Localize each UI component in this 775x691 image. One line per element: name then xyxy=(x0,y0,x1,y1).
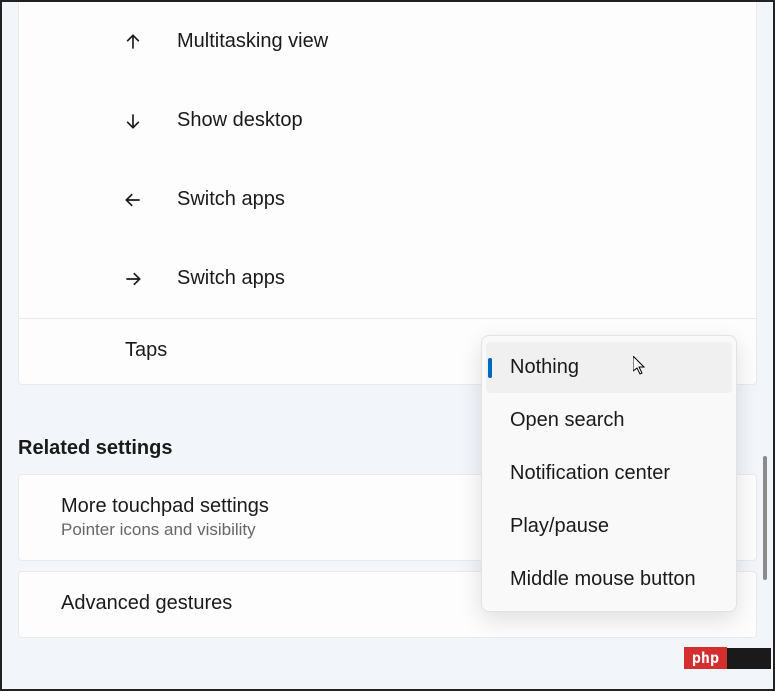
gesture-label: Show desktop xyxy=(177,109,303,132)
dropdown-item-label: Play/pause xyxy=(510,515,609,537)
gesture-show-desktop[interactable]: Show desktop xyxy=(19,81,756,160)
scrollbar[interactable] xyxy=(761,2,767,689)
dropdown-item-middle-mouse[interactable]: Middle mouse button xyxy=(486,554,732,605)
gesture-switch-apps-right[interactable]: Switch apps xyxy=(19,239,756,318)
arrow-up-icon xyxy=(121,30,145,54)
gesture-label: Switch apps xyxy=(177,188,285,211)
dropdown-item-label: Open search xyxy=(510,409,625,431)
scrollbar-thumb[interactable] xyxy=(763,456,767,580)
php-badge-text: php xyxy=(684,647,727,669)
taps-label: Taps xyxy=(125,339,167,362)
arrow-right-icon xyxy=(121,267,145,291)
gesture-label: Switch apps xyxy=(177,267,285,290)
gesture-label: Multitasking view xyxy=(177,30,328,53)
dropdown-item-label: Nothing xyxy=(510,356,579,378)
gesture-list: Multitasking view Show desktop Switch ap… xyxy=(18,2,757,385)
gesture-switch-apps-left[interactable]: Switch apps xyxy=(19,160,756,239)
arrow-left-icon xyxy=(121,188,145,212)
dropdown-item-label: Notification center xyxy=(510,462,670,484)
dropdown-item-notification-center[interactable]: Notification center xyxy=(486,448,732,499)
taps-dropdown: Nothing Open search Notification center … xyxy=(481,335,737,612)
php-watermark: php xyxy=(684,647,771,669)
arrow-down-icon xyxy=(121,109,145,133)
gesture-multitasking-view[interactable]: Multitasking view xyxy=(19,2,756,81)
dropdown-item-open-search[interactable]: Open search xyxy=(486,395,732,446)
dropdown-item-play-pause[interactable]: Play/pause xyxy=(486,501,732,552)
dropdown-item-label: Middle mouse button xyxy=(510,568,696,590)
dropdown-item-nothing[interactable]: Nothing xyxy=(486,342,732,393)
php-badge-dark xyxy=(727,648,771,669)
